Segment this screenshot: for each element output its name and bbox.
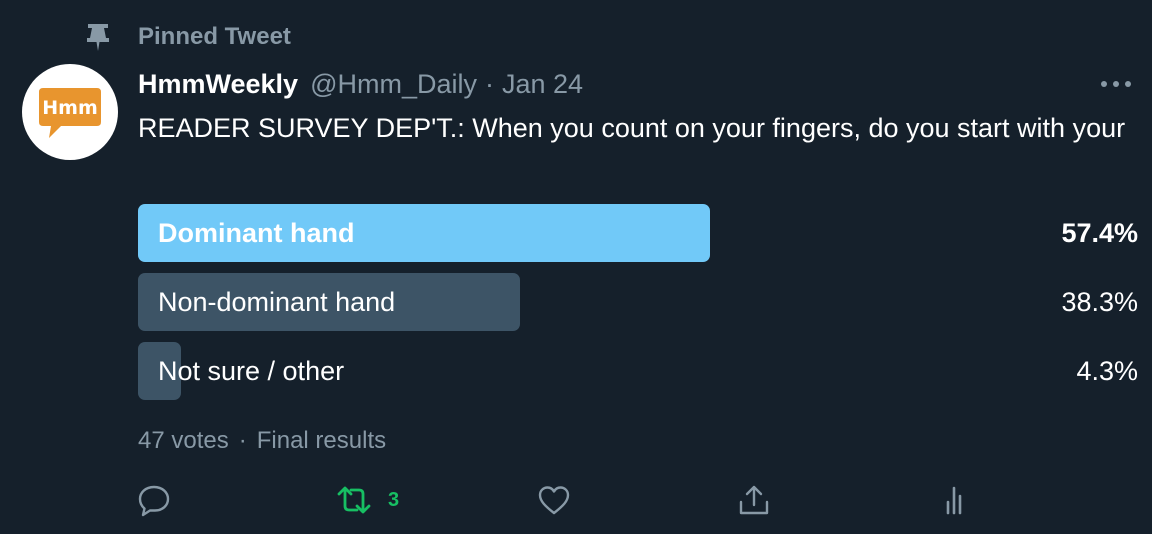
vote-count: 47 votes (138, 427, 229, 454)
share-icon (739, 485, 769, 515)
display-name[interactable]: HmmWeekly (138, 69, 298, 100)
poll: Dominant hand 57.4% Non-dominant hand 38… (138, 204, 1138, 411)
more-icon (1101, 81, 1131, 87)
analytics-icon (946, 486, 962, 515)
user-handle[interactable]: @Hmm_Daily (310, 69, 477, 100)
tweet-header: HmmWeekly @Hmm_Daily · Jan 24 (138, 64, 583, 104)
share-button[interactable] (736, 480, 772, 520)
pinned-label: Pinned Tweet (138, 23, 291, 50)
poll-option-dominant-hand[interactable]: Dominant hand 57.4% (138, 204, 1138, 264)
footer-separator: · (238, 427, 247, 454)
poll-option-not-sure[interactable]: Not sure / other 4.3% (138, 342, 1138, 402)
poll-option-percent: 57.4% (1061, 218, 1138, 248)
header-separator: · (485, 68, 494, 99)
analytics-button[interactable] (936, 480, 972, 520)
poll-option-label: Not sure / other (158, 356, 345, 386)
avatar-logo: Hmm (39, 88, 101, 138)
tweet-text: READER SURVEY DEP'T.: When you count on … (138, 113, 1126, 143)
pinned-indicator: Pinned Tweet (84, 20, 291, 54)
reply-button[interactable] (136, 480, 172, 520)
retweet-icon (337, 486, 371, 514)
tweet-date[interactable]: Jan 24 (502, 69, 583, 100)
poll-status: Final results (256, 427, 387, 454)
more-options-button[interactable] (1096, 70, 1136, 98)
pin-icon (84, 22, 112, 52)
poll-footer: 47 votes · Final results (138, 424, 386, 458)
heart-icon (538, 486, 570, 515)
like-button[interactable] (536, 480, 572, 520)
poll-option-label: Non-dominant hand (158, 287, 396, 317)
retweet-count: 3 (388, 488, 400, 511)
avatar-logo-text: Hmm (42, 97, 98, 119)
poll-option-label: Dominant hand (158, 218, 355, 248)
reply-icon (138, 485, 170, 517)
avatar[interactable]: Hmm (22, 64, 118, 160)
poll-option-percent: 4.3% (1076, 356, 1138, 386)
poll-option-non-dominant-hand[interactable]: Non-dominant hand 38.3% (138, 273, 1138, 333)
poll-option-percent: 38.3% (1061, 287, 1138, 317)
retweet-button[interactable]: 3 (336, 480, 399, 520)
